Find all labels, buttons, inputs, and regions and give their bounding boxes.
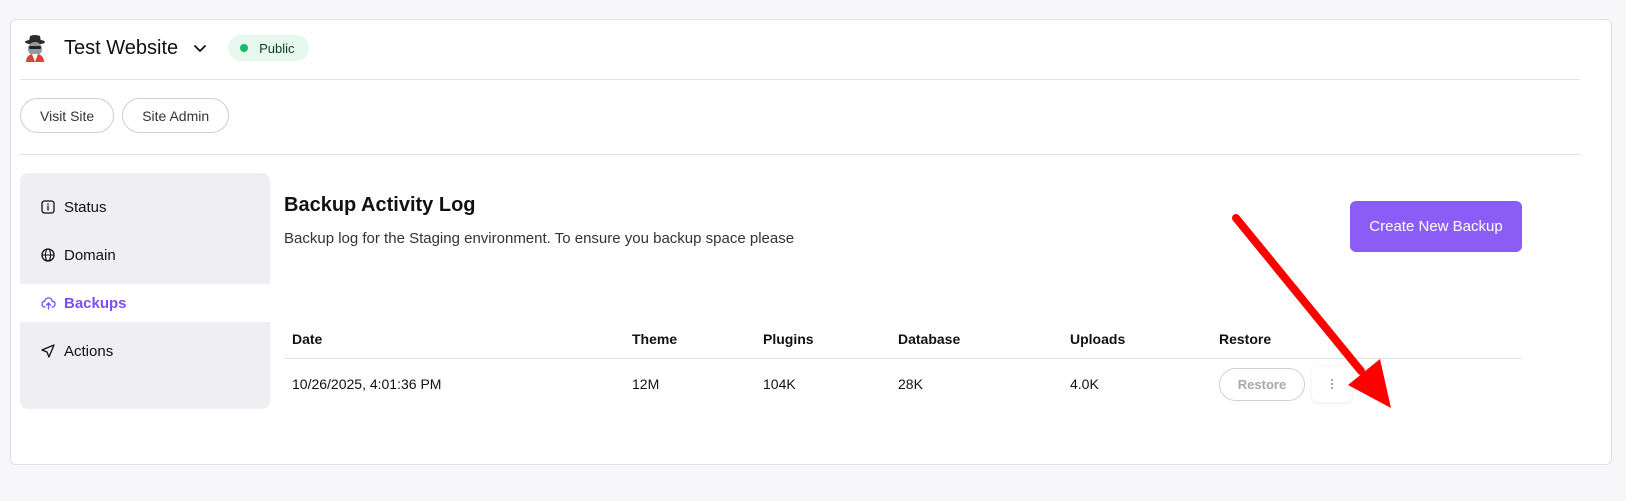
chevron-down-icon[interactable] — [190, 38, 210, 58]
table-row: 10/26/2025, 4:01:36 PM 12M 104K 28K 4.0K… — [284, 359, 1522, 409]
cell-date: 10/26/2025, 4:01:36 PM — [292, 376, 442, 392]
sidebar-item-actions[interactable]: Actions — [20, 332, 270, 370]
cell-plugins: 104K — [763, 376, 796, 392]
sidebar-item-label: Status — [64, 198, 107, 216]
backup-table: Date Theme Plugins Database Uploads Rest… — [284, 320, 1522, 409]
sidebar-nav: Status Domain Backups Actions — [20, 173, 270, 409]
site-title: Test Website — [64, 36, 179, 59]
site-header: Test Website Public — [20, 28, 309, 68]
sidebar-item-status[interactable]: Status — [20, 188, 270, 226]
cloud-upload-icon — [40, 295, 56, 311]
column-header-restore: Restore — [1219, 331, 1272, 347]
cell-theme: 12M — [632, 376, 660, 392]
info-square-icon — [40, 199, 56, 215]
page-description: Backup log for the Staging environment. … — [284, 230, 795, 247]
page-title: Backup Activity Log — [284, 194, 476, 216]
site-actions: Visit Site Site Admin — [20, 98, 230, 133]
cell-database: 28K — [898, 376, 923, 392]
sidebar-item-label: Backups — [64, 294, 127, 312]
cell-restore: Restore — [1219, 359, 1305, 409]
column-header-uploads: Uploads — [1070, 331, 1126, 347]
row-menu-button[interactable] — [1312, 366, 1352, 402]
sidebar-item-label: Domain — [64, 246, 116, 264]
cell-uploads: 4.0K — [1070, 376, 1099, 392]
sidebar-item-label: Actions — [64, 342, 114, 360]
visit-site-button[interactable]: Visit Site — [20, 98, 115, 133]
restore-button[interactable]: Restore — [1219, 367, 1305, 401]
status-badge-label: Public — [259, 40, 295, 56]
table-header: Date Theme Plugins Database Uploads Rest… — [284, 320, 1522, 359]
column-header-database: Database — [898, 331, 961, 347]
send-icon — [40, 343, 56, 359]
kebab-menu-icon — [1331, 379, 1333, 389]
sidebar-item-backups[interactable]: Backups — [20, 284, 270, 322]
column-header-date: Date — [292, 331, 323, 347]
actions-divider — [20, 154, 1580, 155]
column-header-plugins: Plugins — [763, 331, 814, 347]
status-badge: Public — [228, 35, 309, 61]
create-new-backup-button[interactable]: Create New Backup — [1350, 201, 1522, 252]
header-divider — [20, 79, 1580, 80]
sidebar-item-domain[interactable]: Domain — [20, 236, 270, 274]
column-header-theme: Theme — [632, 331, 678, 347]
spy-avatar-icon — [20, 33, 50, 63]
status-dot-icon — [240, 44, 249, 52]
globe-icon — [40, 247, 56, 263]
site-admin-button[interactable]: Site Admin — [122, 98, 230, 133]
